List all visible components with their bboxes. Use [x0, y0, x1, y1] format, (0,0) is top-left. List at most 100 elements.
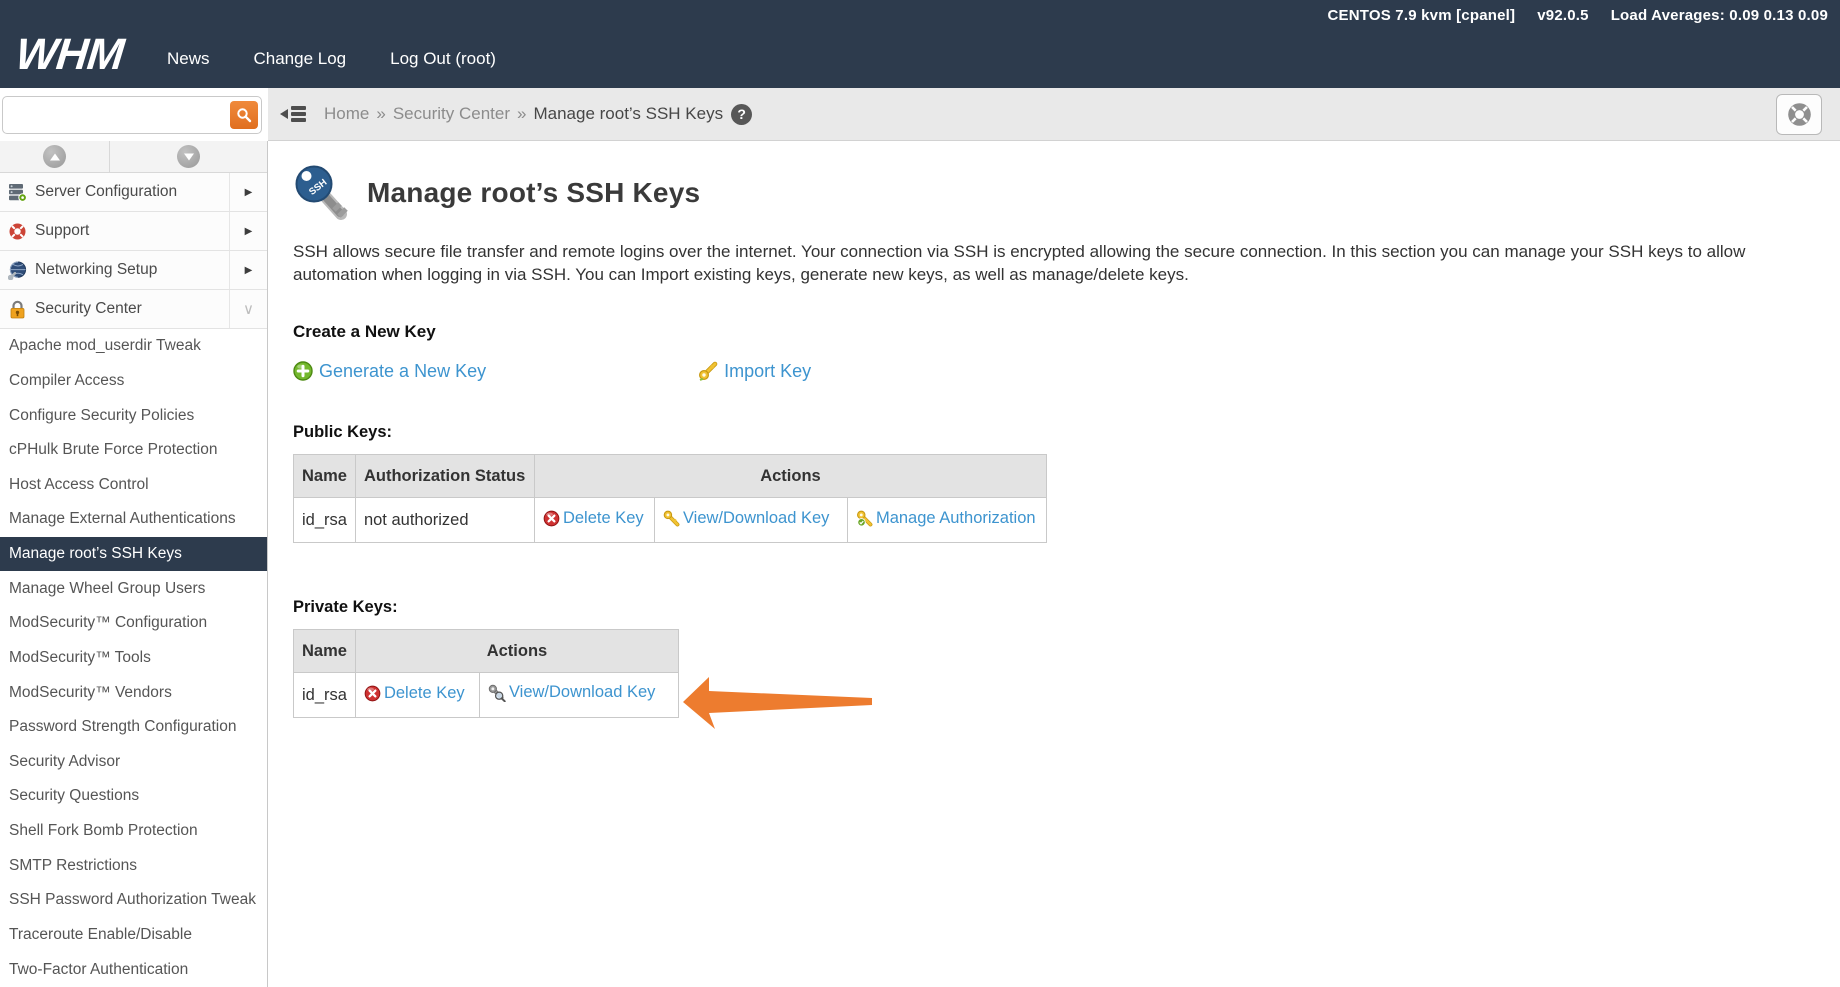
- view-download-key-label: View/Download Key: [683, 509, 829, 528]
- generate-new-key-link[interactable]: Generate a New Key: [293, 361, 486, 382]
- manage-authorization-label: Manage Authorization: [876, 509, 1036, 528]
- support-button[interactable]: [1776, 94, 1822, 135]
- manage-authorization-cell: Manage Authorization: [847, 498, 1046, 543]
- key-icon: [663, 510, 680, 527]
- category-label: Support: [35, 222, 229, 240]
- page-description: SSH allows secure file transfer and remo…: [293, 241, 1813, 286]
- delete-key-label: Delete Key: [563, 509, 644, 528]
- sidebar-item[interactable]: Shell Fork Bomb Protection: [0, 814, 267, 849]
- key-icon: [698, 361, 718, 381]
- whm-version: v92.0.5: [1537, 7, 1588, 24]
- breadcrumb-home[interactable]: Home: [324, 104, 369, 124]
- collapse-sidebar-icon[interactable]: [280, 104, 306, 125]
- nav-log-out[interactable]: Log Out (root): [390, 49, 496, 69]
- delete-key-link[interactable]: Delete Key: [543, 509, 644, 528]
- view-download-key-cell: View/Download Key: [479, 673, 678, 718]
- breadcrumb-separator: »: [376, 104, 385, 124]
- search-button[interactable]: [230, 101, 258, 129]
- breadcrumb-bar: Home » Security Center » Manage root’s S…: [268, 88, 1840, 141]
- load-averages: Load Averages: 0.09 0.13 0.09: [1611, 7, 1828, 24]
- search-icon: [236, 107, 252, 123]
- key-name-cell: id_rsa: [294, 673, 356, 718]
- whm-logo[interactable]: WHM: [13, 30, 125, 80]
- help-icon[interactable]: ?: [731, 104, 752, 125]
- chevron-right-icon: ▶: [229, 212, 267, 250]
- ssh-key-icon: SSH: [293, 164, 355, 222]
- chevron-down-icon: ∨: [229, 290, 267, 328]
- sidebar-item[interactable]: cPHulk Brute Force Protection: [0, 433, 267, 468]
- view-download-key-cell: View/Download Key: [654, 498, 847, 543]
- sidebar-item[interactable]: Security Questions: [0, 779, 267, 814]
- search-input[interactable]: [2, 96, 262, 134]
- column-name: Name: [294, 455, 356, 498]
- sub-header: Home » Security Center » Manage root’s S…: [0, 88, 1840, 141]
- lifebuoy-icon: [1786, 101, 1813, 128]
- sidebar-item[interactable]: Configure Security Policies: [0, 398, 267, 433]
- nav-change-log[interactable]: Change Log: [253, 49, 346, 69]
- sidebar-item[interactable]: Manage External Authentications: [0, 502, 267, 537]
- column-authorization-status: Authorization Status: [355, 455, 534, 498]
- delete-icon: [364, 685, 381, 702]
- generate-new-key-label: Generate a New Key: [319, 361, 486, 382]
- delete-icon: [543, 510, 560, 527]
- sidebar: Server Configuration ▶ Support ▶: [0, 141, 268, 987]
- plus-circle-icon: [293, 361, 313, 381]
- scroll-up-button[interactable]: [0, 141, 110, 172]
- sidebar-item[interactable]: ModSecurity™ Tools: [0, 641, 267, 676]
- arrow-down-icon: [177, 145, 200, 168]
- sidebar-item[interactable]: Apache mod_userdir Tweak: [0, 329, 267, 364]
- delete-key-cell: Delete Key: [355, 673, 479, 718]
- chevron-right-icon: ▶: [229, 251, 267, 289]
- globe-icon: [8, 261, 27, 280]
- table-row: id_rsa not authorized Delete Key: [294, 498, 1047, 543]
- delete-key-link[interactable]: Delete Key: [364, 684, 465, 703]
- column-actions: Actions: [355, 630, 678, 673]
- annotation-arrow-icon: [682, 675, 874, 731]
- column-name: Name: [294, 630, 356, 673]
- key-check-icon: [856, 510, 873, 527]
- system-status-bar: CENTOS 7.9 kvm [cpanel] v92.0.5 Load Ave…: [0, 0, 1840, 30]
- sidebar-item-support[interactable]: Support ▶: [0, 212, 267, 251]
- view-download-key-link[interactable]: View/Download Key: [488, 683, 655, 702]
- sidebar-item[interactable]: Password Strength Configuration: [0, 710, 267, 745]
- table-header-row: Name Authorization Status Actions: [294, 455, 1047, 498]
- sidebar-item[interactable]: Traceroute Enable/Disable: [0, 918, 267, 953]
- sidebar-item[interactable]: SMTP Restrictions: [0, 848, 267, 883]
- sidebar-item-manage-root-ssh-keys-selected[interactable]: Manage root’s SSH Keys: [0, 537, 267, 572]
- breadcrumb-security-center[interactable]: Security Center: [393, 104, 510, 124]
- sidebar-item[interactable]: Compiler Access: [0, 364, 267, 399]
- sidebar-item-networking-setup[interactable]: Networking Setup ▶: [0, 251, 267, 290]
- sidebar-item-server-configuration[interactable]: Server Configuration ▶: [0, 173, 267, 212]
- main-content: SSH Manage root’s SSH Keys SSH allows se…: [268, 141, 1840, 987]
- nav-news[interactable]: News: [167, 49, 210, 69]
- import-key-link[interactable]: Import Key: [698, 361, 811, 382]
- manage-authorization-link[interactable]: Manage Authorization: [856, 509, 1036, 528]
- authorization-status-cell: not authorized: [355, 498, 534, 543]
- sidebar-item[interactable]: ModSecurity™ Vendors: [0, 675, 267, 710]
- private-keys-heading: Private Keys:: [293, 598, 1840, 617]
- padlock-icon: [8, 300, 27, 319]
- breadcrumb-current: Manage root’s SSH Keys: [533, 104, 723, 124]
- key-magnifier-icon: [488, 684, 506, 702]
- scroll-down-button[interactable]: [110, 141, 267, 172]
- column-actions: Actions: [534, 455, 1046, 498]
- chevron-right-icon: ▶: [229, 173, 267, 211]
- view-download-key-link[interactable]: View/Download Key: [663, 509, 829, 528]
- server-icon: [8, 183, 27, 202]
- sidebar-item[interactable]: SSH Password Authorization Tweak: [0, 883, 267, 918]
- sidebar-item[interactable]: Two-Factor Authentication: [0, 952, 267, 987]
- lifebuoy-icon: [8, 222, 27, 241]
- os-info: CENTOS 7.9 kvm [cpanel]: [1328, 7, 1516, 24]
- category-label: Networking Setup: [35, 261, 229, 279]
- sidebar-item[interactable]: Security Advisor: [0, 745, 267, 780]
- sidebar-item-security-center[interactable]: Security Center ∨: [0, 290, 267, 329]
- page-title: Manage root’s SSH Keys: [367, 177, 700, 209]
- sidebar-item[interactable]: Host Access Control: [0, 468, 267, 503]
- category-label: Security Center: [35, 300, 229, 318]
- sidebar-item[interactable]: Manage Wheel Group Users: [0, 571, 267, 606]
- main-navbar: WHM News Change Log Log Out (root): [0, 30, 1840, 88]
- sidebar-item[interactable]: ModSecurity™ Configuration: [0, 606, 267, 641]
- public-keys-heading: Public Keys:: [293, 423, 1840, 442]
- create-new-key-heading: Create a New Key: [293, 322, 1840, 342]
- table-header-row: Name Actions: [294, 630, 679, 673]
